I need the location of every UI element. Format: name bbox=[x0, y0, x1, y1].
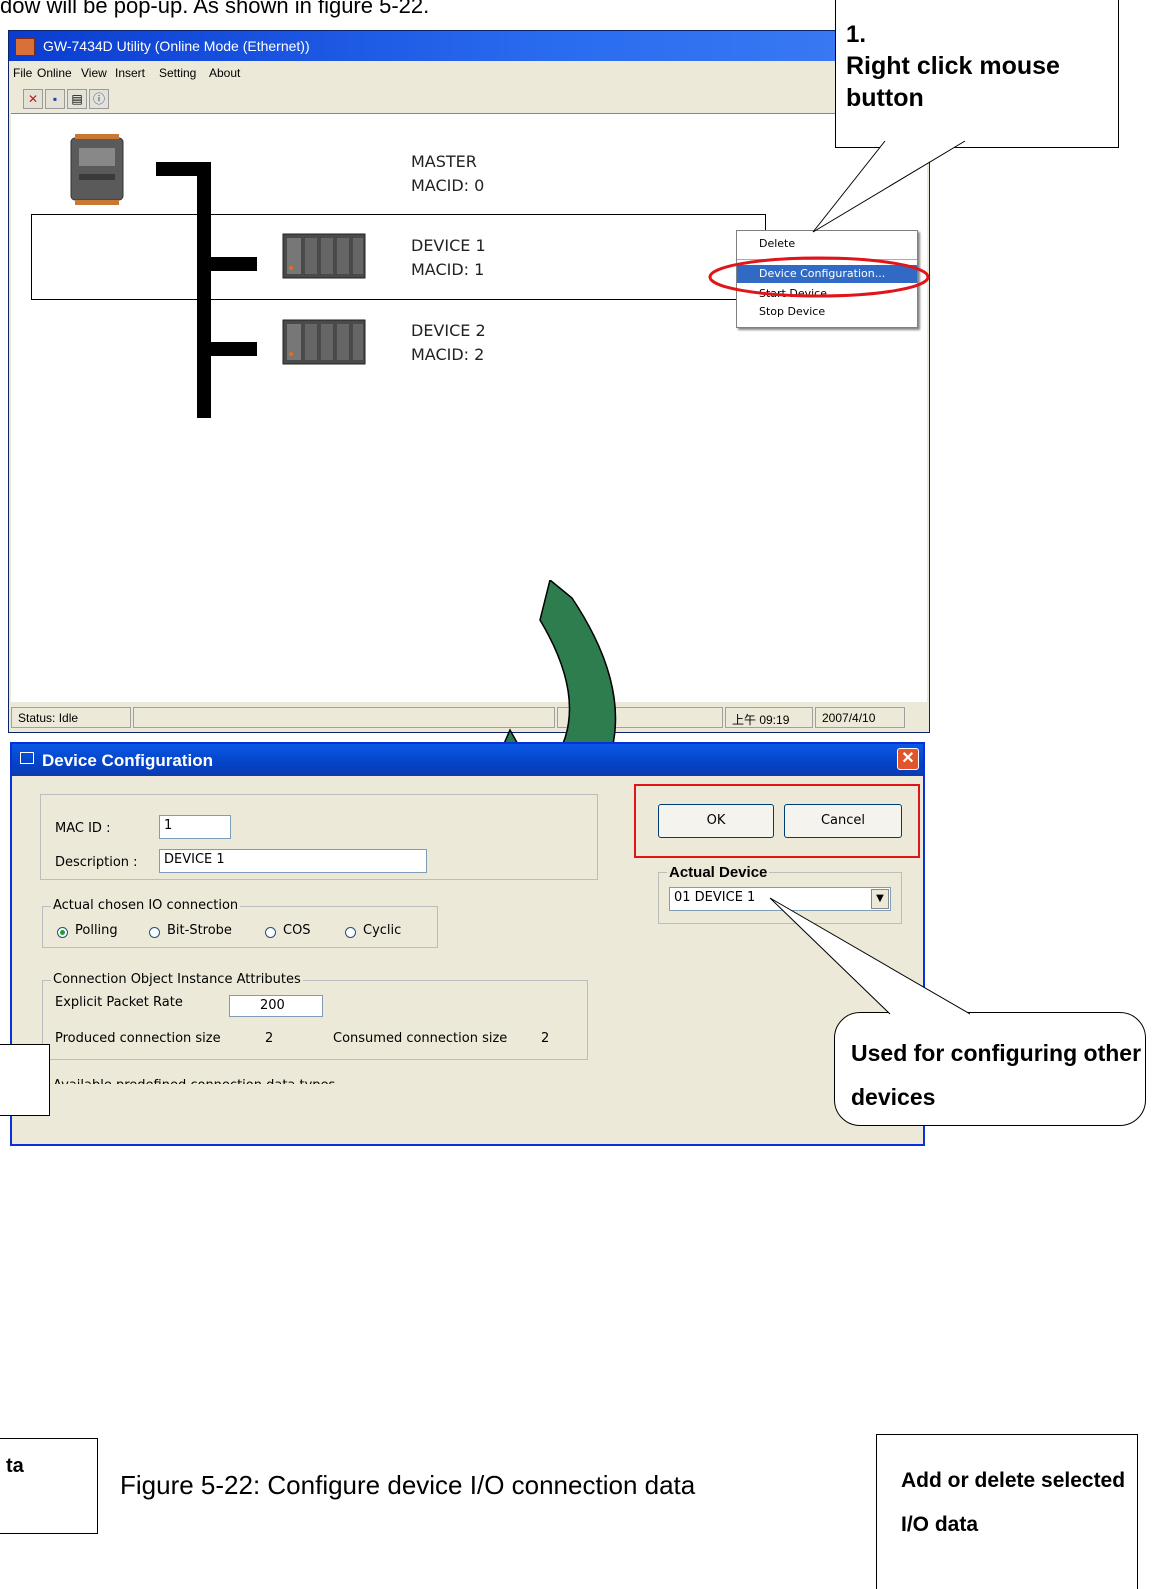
menu-about[interactable]: About bbox=[209, 66, 240, 80]
radio-cyclic-label: Cyclic bbox=[363, 923, 402, 938]
produced-size-value: 2 bbox=[265, 1031, 274, 1046]
device-1-label: DEVICE 1 MACID: 1 bbox=[411, 234, 486, 282]
toolbar: ✕ ▪ ▤ ⓘ bbox=[9, 85, 929, 113]
device-2-icon[interactable] bbox=[281, 318, 367, 366]
radio-bit-strobe[interactable] bbox=[149, 927, 160, 938]
master-macid: MACID: 0 bbox=[411, 176, 485, 195]
menu-file[interactable]: File bbox=[13, 66, 32, 80]
callout-right-click: 1. Right click mouse button bbox=[835, 0, 1119, 148]
radio-polling-label: Polling bbox=[75, 923, 118, 938]
menu-online[interactable]: Online bbox=[37, 66, 72, 80]
device-1-name: DEVICE 1 bbox=[411, 236, 486, 255]
actual-device-value: 01 DEVICE 1 bbox=[674, 890, 756, 905]
save-icon[interactable]: ▪ bbox=[45, 89, 65, 109]
consumed-size-value: 2 bbox=[541, 1031, 550, 1046]
device-2-name: DEVICE 2 bbox=[411, 321, 486, 340]
figure-caption: Figure 5-22: Configure device I/O connec… bbox=[120, 1470, 696, 1500]
window-title: GW-7434D Utility (Online Mode (Ethernet)… bbox=[43, 38, 310, 54]
dialog-title: Device Configuration bbox=[42, 751, 213, 770]
device-1-icon[interactable] bbox=[281, 232, 367, 280]
connection-attributes-label: Connection Object Instance Attributes bbox=[51, 972, 303, 987]
io-connection-group: Actual chosen IO connection Polling Bit-… bbox=[42, 898, 438, 948]
callout-left-fragment: ta bbox=[0, 1438, 98, 1534]
actual-device-label: Actual Device bbox=[667, 864, 770, 881]
close-icon[interactable]: ✕ bbox=[897, 748, 919, 770]
highlight-ellipse bbox=[708, 256, 930, 298]
master-label: MASTER MACID: 0 bbox=[411, 150, 484, 198]
menu-item-stop-device[interactable]: Stop Device bbox=[737, 303, 917, 321]
menu-view[interactable]: View bbox=[81, 66, 107, 80]
callout-add-delete: Add or delete selected I/O data bbox=[876, 1434, 1138, 1589]
callout-pointer-1 bbox=[812, 140, 966, 233]
callout-step-number: 1. bbox=[846, 21, 867, 48]
cancel-button[interactable]: Cancel bbox=[784, 804, 902, 838]
ok-button[interactable]: OK bbox=[658, 804, 774, 838]
device-2-macid: MACID: 2 bbox=[411, 345, 485, 364]
info-icon[interactable]: ⓘ bbox=[89, 89, 109, 109]
radio-cos[interactable] bbox=[265, 927, 276, 938]
device-1-macid: MACID: 1 bbox=[411, 260, 485, 279]
explicit-packet-rate-input[interactable]: 200 bbox=[229, 995, 323, 1017]
description-input[interactable]: DEVICE 1 bbox=[159, 849, 427, 873]
mac-id-input[interactable]: 1 bbox=[159, 815, 231, 839]
status-time: 上午 09:19 bbox=[725, 707, 813, 728]
callout-pointer-2 bbox=[769, 897, 970, 1015]
radio-cos-label: COS bbox=[283, 923, 311, 938]
status-text: Status: Idle bbox=[11, 707, 131, 728]
dialog-lower-panel bbox=[10, 1084, 925, 1146]
menu-setting[interactable]: Setting bbox=[159, 66, 196, 80]
master-device-icon[interactable] bbox=[67, 134, 133, 206]
callout-configure-other: Used for configuring other devices bbox=[834, 1012, 1146, 1126]
device-1-selection[interactable] bbox=[31, 214, 766, 300]
window-titlebar[interactable]: GW-7434D Utility (Online Mode (Ethernet)… bbox=[9, 31, 929, 61]
mac-group: MAC ID : 1 Description : DEVICE 1 bbox=[40, 794, 598, 880]
print-icon[interactable]: ▤ bbox=[67, 89, 87, 109]
status-date: 2007/4/10 bbox=[815, 707, 905, 728]
produced-size-label: Produced connection size bbox=[55, 1031, 221, 1046]
menu-insert[interactable]: Insert bbox=[115, 66, 145, 80]
callout-right-click-text: Right click mouse button bbox=[846, 52, 1060, 112]
connection-attributes-group: Connection Object Instance Attributes Ex… bbox=[42, 972, 588, 1060]
radio-cyclic[interactable] bbox=[345, 927, 356, 938]
device-2-label: DEVICE 2 MACID: 2 bbox=[411, 319, 486, 367]
mac-id-label: MAC ID : bbox=[55, 821, 111, 836]
radio-bit-strobe-label: Bit-Strobe bbox=[167, 923, 232, 938]
dialog-titlebar[interactable]: Device Configuration ✕ bbox=[12, 744, 923, 776]
dialog-window-icon bbox=[20, 752, 34, 764]
app-icon bbox=[15, 38, 35, 56]
bus-drop-2 bbox=[211, 342, 257, 356]
connect-icon[interactable]: ✕ bbox=[23, 89, 43, 109]
description-label: Description : bbox=[55, 855, 138, 870]
io-connection-label: Actual chosen IO connection bbox=[51, 898, 241, 913]
menu-bar: File Online View Insert Setting About bbox=[9, 61, 929, 85]
intro-text: dow will be pop-up. As shown in figure 5… bbox=[0, 0, 430, 18]
callout-left-empty bbox=[0, 1044, 50, 1116]
radio-polling[interactable] bbox=[57, 927, 68, 938]
consumed-size-label: Consumed connection size bbox=[333, 1031, 508, 1046]
master-name: MASTER bbox=[411, 152, 477, 171]
explicit-packet-rate-label: Explicit Packet Rate bbox=[55, 995, 183, 1010]
